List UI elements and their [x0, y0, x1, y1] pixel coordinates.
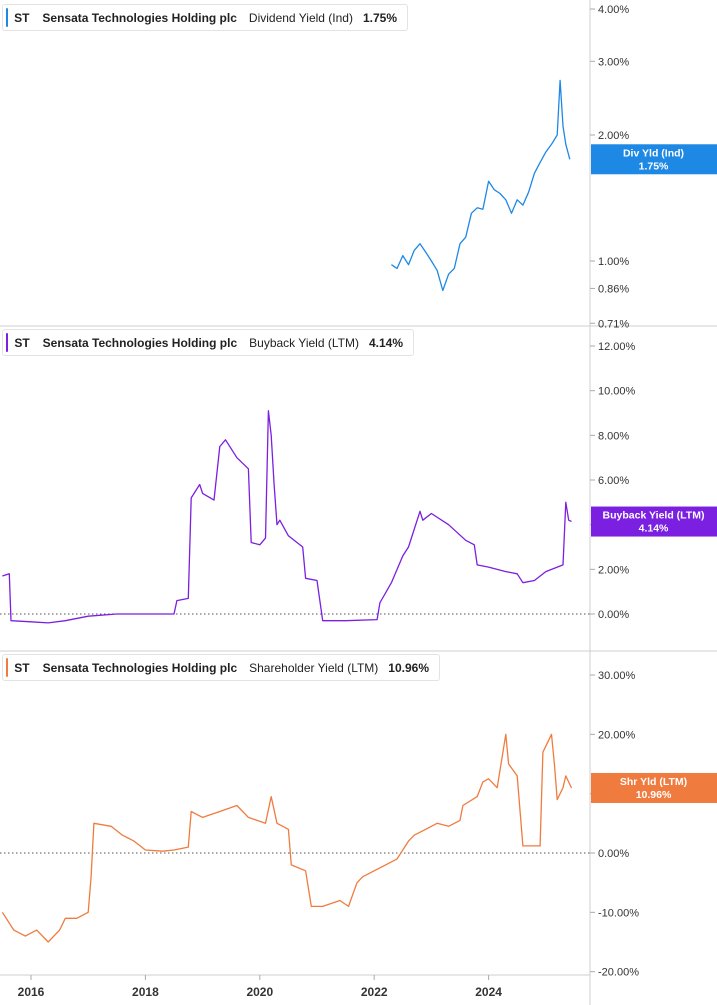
x-tick-label: 2024 — [475, 985, 502, 999]
flag-label: Div Yld (Ind) — [623, 147, 684, 159]
legend-value: 4.14% — [368, 335, 403, 350]
y-tick-label: -10.00% — [598, 907, 639, 919]
x-tick-label: 2018 — [132, 985, 159, 999]
legend-swatch-dividend — [6, 8, 9, 27]
y-tick-label: 1.00% — [598, 256, 629, 268]
legend-ticker: ST — [14, 335, 30, 350]
y-tick-label: 30.00% — [598, 670, 636, 682]
legend-value: 10.96% — [388, 660, 429, 675]
flag-label: Shr Yld (LTM) — [620, 776, 687, 788]
legend-shareholder-yield: ST Sensata Technologies Holding plc Shar… — [2, 654, 440, 681]
x-tick-label: 2016 — [18, 985, 45, 999]
legend-ticker: ST — [14, 660, 30, 675]
legend-swatch-buyback — [6, 333, 9, 352]
legend-metric: Buyback Yield (LTM) — [249, 335, 359, 350]
legend-metric: Dividend Yield (Ind) — [248, 10, 353, 25]
flag-value: 4.14% — [639, 523, 669, 535]
y-tick-label: 20.00% — [598, 729, 636, 741]
y-tick-label: 0.71% — [598, 318, 629, 330]
y-tick-label: 12.00% — [598, 341, 636, 353]
y-tick-label: 3.00% — [598, 56, 629, 68]
series-line — [2, 410, 572, 624]
y-tick-label: 8.00% — [598, 430, 629, 442]
legend-buyback-yield: ST Sensata Technologies Holding plc Buyb… — [2, 329, 414, 356]
x-tick-label: 2020 — [246, 985, 273, 999]
y-tick-label: -20.00% — [598, 967, 639, 979]
legend-value: 1.75% — [362, 10, 397, 25]
y-tick-label: 2.00% — [598, 130, 629, 142]
y-tick-label: 2.00% — [598, 564, 629, 576]
y-tick-label: 0.00% — [598, 848, 629, 860]
legend-company: Sensata Technologies Holding plc — [42, 335, 238, 350]
y-tick-label: 10.00% — [598, 386, 636, 398]
series-line — [391, 79, 571, 292]
legend-metric: Shareholder Yield (LTM) — [249, 660, 379, 675]
y-tick-label: 0.86% — [598, 283, 629, 295]
series-line — [1, 733, 573, 943]
flag-value: 10.96% — [636, 789, 672, 801]
x-tick-label: 2022 — [361, 985, 388, 999]
y-tick-label: 0.00% — [598, 609, 629, 621]
legend-dividend-yield: ST Sensata Technologies Holding plc Divi… — [2, 4, 408, 31]
y-tick-label: 4.00% — [598, 4, 629, 16]
legend-swatch-shareholder — [6, 658, 9, 677]
flag-label: Buyback Yield (LTM) — [603, 510, 705, 522]
flag-value: 1.75% — [639, 160, 669, 172]
legend-company: Sensata Technologies Holding plc — [42, 10, 237, 25]
legend-ticker: ST — [14, 10, 30, 25]
y-tick-label: 6.00% — [598, 475, 629, 487]
legend-company: Sensata Technologies Holding plc — [42, 660, 238, 675]
chart-canvas: 4.00% 3.00% 2.00% 1.00% 0.86% 0.71% Div Yld (I… — [0, 0, 717, 1005]
